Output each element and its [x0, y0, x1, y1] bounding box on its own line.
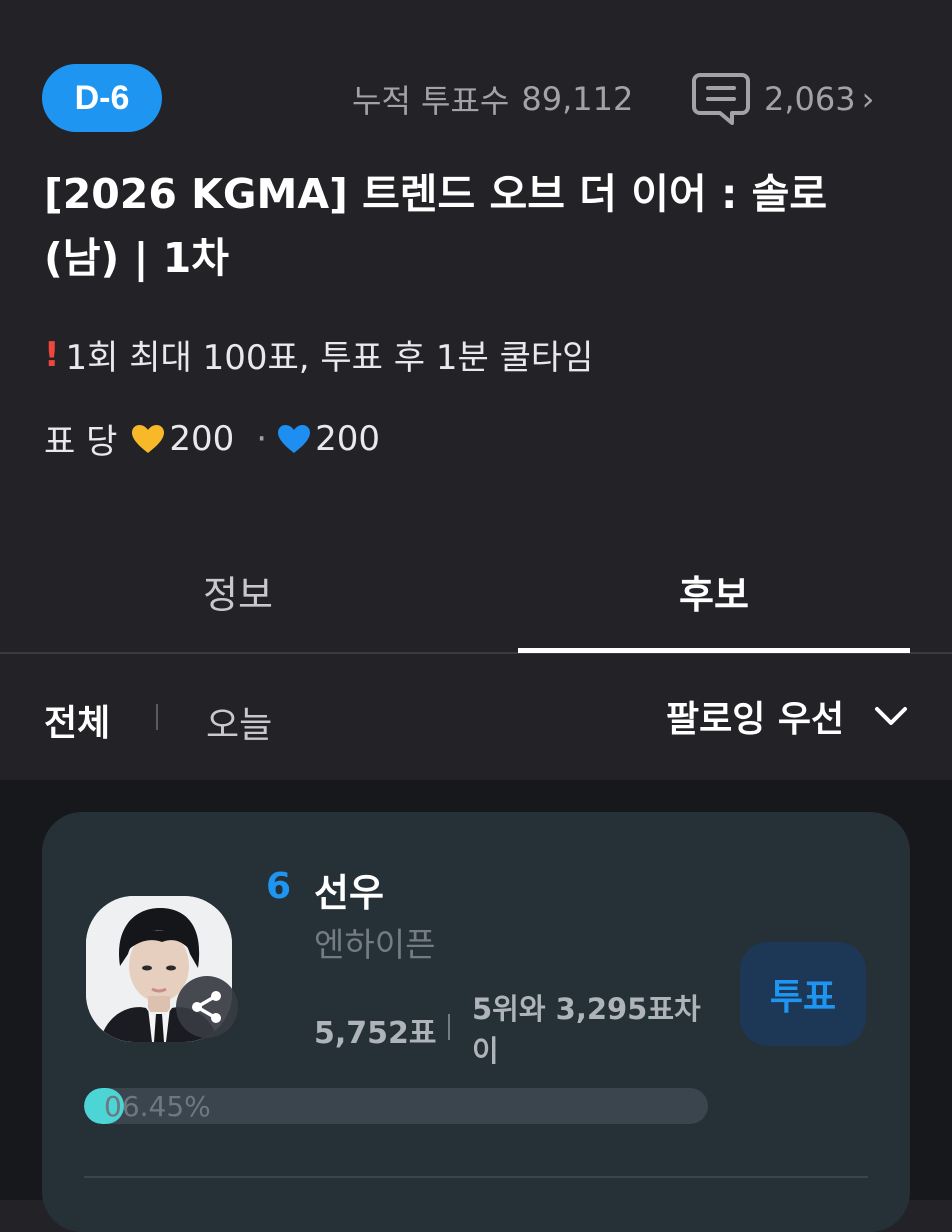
chevron-right-icon: ›: [861, 80, 875, 118]
candidate-group: 엔하이픈: [314, 925, 436, 964]
vote-button[interactable]: 투표: [740, 942, 866, 1046]
comments-link[interactable]: 2,063 ›: [692, 70, 874, 128]
vote-gap: 5위와 3,295표차 이: [472, 988, 712, 1072]
candidate-votes: 5,752표: [314, 1016, 437, 1051]
sort-label: 팔로잉 우선: [666, 699, 845, 740]
votes-divider: [448, 1014, 450, 1040]
candidate-name: 선우: [314, 871, 384, 915]
title-line-2: (남) | 1차: [44, 234, 229, 282]
vote-notice: ! 1회 최대 100표, 투표 후 1분 쿨타임: [44, 330, 593, 379]
chevron-down-icon: [874, 705, 908, 727]
cost-separator: ·: [256, 418, 268, 459]
filter-divider: [156, 704, 158, 730]
blue-heart-icon: [277, 424, 311, 454]
chat-bubble-icon: [692, 71, 750, 127]
tab-candidates[interactable]: 후보: [518, 560, 910, 622]
vote-cost: 표 당 200 · 200: [44, 414, 380, 463]
total-votes-label: 누적 투표수: [352, 82, 510, 120]
vote-gap-line-2: 이: [472, 1034, 499, 1068]
active-tab-indicator: [518, 648, 910, 653]
exclamation-icon: !: [44, 334, 60, 375]
cost-label: 표 당: [44, 422, 118, 462]
sort-dropdown[interactable]: 팔로잉 우선: [666, 690, 908, 742]
share-icon: [188, 988, 226, 1026]
blue-heart-amount: 200: [315, 418, 380, 459]
gold-heart-amount: 200: [169, 418, 235, 459]
total-votes: 누적 투표수 89,112: [352, 74, 633, 124]
tab-info[interactable]: 정보: [0, 560, 476, 622]
gold-heart-icon: [131, 424, 165, 454]
total-votes-value: 89,112: [521, 80, 634, 118]
d-day-badge: D-6: [42, 64, 162, 132]
page-title: [2026 KGMA] 트렌드 오브 더 이어 : 솔로 (남) | 1차: [44, 162, 904, 290]
title-line-1: [2026 KGMA] 트렌드 오브 더 이어 : 솔로: [44, 170, 828, 218]
candidate-rank: 6: [266, 866, 292, 907]
comment-count: 2,063: [764, 80, 856, 118]
card-divider: [84, 1176, 868, 1178]
filter-all[interactable]: 전체: [44, 694, 110, 746]
share-button[interactable]: [176, 976, 238, 1038]
filter-today[interactable]: 오늘: [206, 696, 272, 748]
vote-progress-bar: 06.45%: [84, 1088, 708, 1124]
vote-gap-line-1: 5위와 3,295표차: [472, 992, 701, 1026]
notice-text: 1회 최대 100표, 투표 후 1분 쿨타임: [65, 338, 594, 378]
vote-percent-label: 06.45%: [104, 1090, 211, 1123]
